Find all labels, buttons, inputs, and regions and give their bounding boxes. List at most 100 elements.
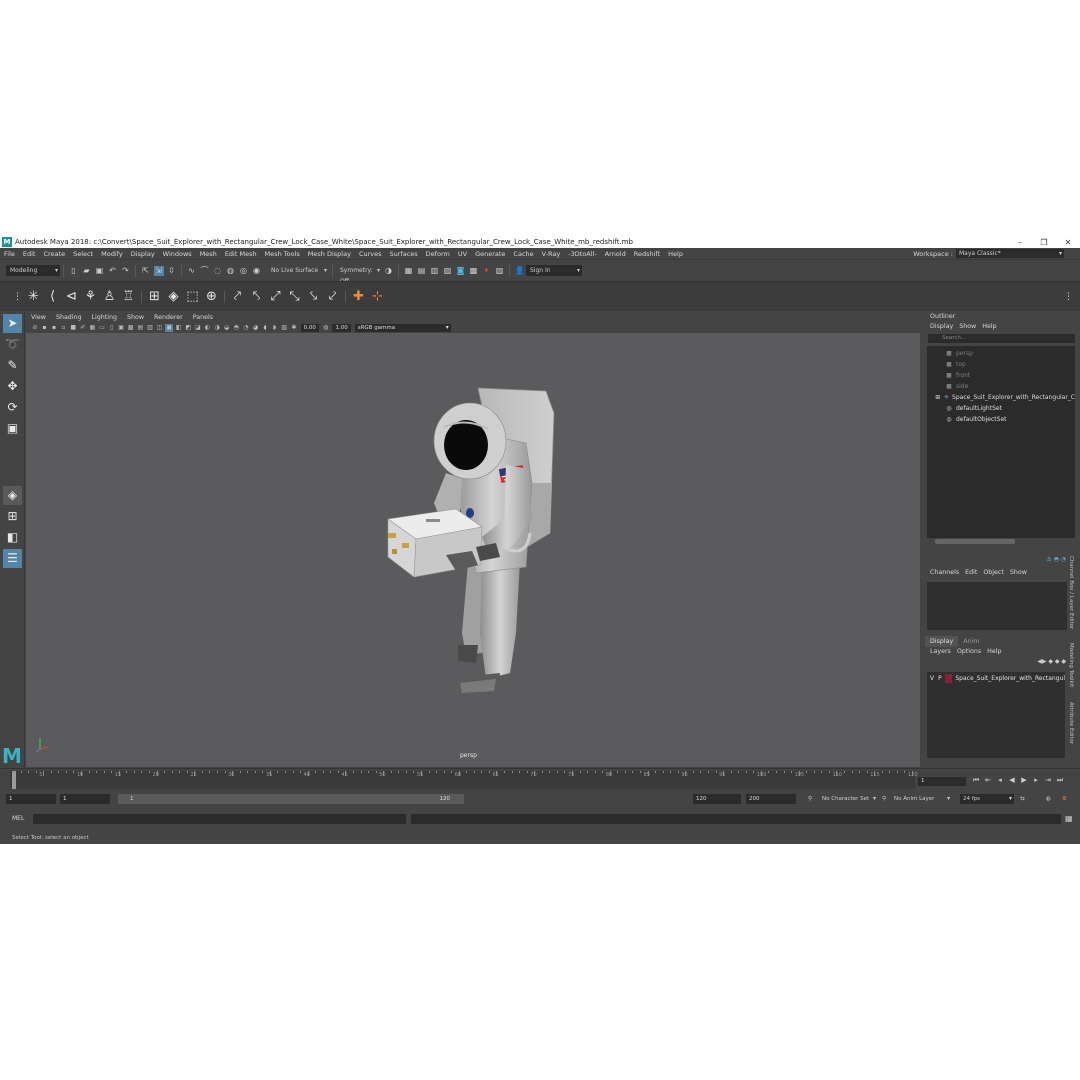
layer-visibility-toggle[interactable]: V [930, 675, 934, 682]
menu-edit-mesh[interactable]: Edit Mesh [221, 250, 261, 258]
menu-mesh[interactable]: Mesh [196, 250, 221, 258]
ambient-occlusion-icon[interactable]: ◑ [213, 324, 221, 332]
image-plane-icon[interactable]: ▫ [60, 324, 68, 332]
perspective-viewport[interactable]: persp [26, 333, 920, 767]
textured-icon[interactable]: ◩ [184, 324, 192, 332]
hypershade-icon[interactable]: ◙ [456, 266, 466, 276]
side-tab-channel-box[interactable]: Channel Box / Layer Editor [1068, 556, 1074, 629]
render-view-icon[interactable]: ▦ [404, 266, 414, 276]
range-bar[interactable]: 1 120 [118, 794, 464, 804]
channels-menu-channels[interactable]: Channels [927, 568, 962, 578]
workspace-dropdown[interactable]: Maya Classic* [956, 249, 1064, 258]
script-editor-icon[interactable]: ▦ [1065, 814, 1073, 823]
viewport-menu-shading[interactable]: Shading [51, 314, 87, 321]
animation-end-field[interactable]: 200 [746, 794, 796, 804]
outliner-menu-help[interactable]: Help [979, 322, 999, 332]
outliner-item-default-light-set[interactable]: ◎ defaultLightSet [927, 403, 1075, 414]
layer-menu-layers[interactable]: Layers [927, 647, 954, 657]
move-tool-icon[interactable]: ✥ [3, 377, 22, 396]
snap-curve-icon[interactable]: ⌒ [200, 266, 210, 276]
menu-mesh-tools[interactable]: Mesh Tools [261, 250, 304, 258]
snap-view-plane-icon[interactable]: ◍ [226, 266, 236, 276]
paint-select-tool-icon[interactable]: ✎ [3, 356, 22, 375]
snap-grid-icon[interactable]: ∿ [187, 266, 197, 276]
shelf-humanik-icon[interactable]: ♙ [102, 289, 118, 305]
shelf-joint-icon[interactable]: ⟨ [45, 289, 61, 305]
close-button[interactable]: ✕ [1056, 238, 1080, 247]
viewport-menu-show[interactable]: Show [122, 314, 149, 321]
menu-mesh-display[interactable]: Mesh Display [304, 250, 355, 258]
single-perspective-layout-icon[interactable]: ◈ [3, 486, 22, 505]
viewport-menu-lighting[interactable]: Lighting [87, 314, 122, 321]
viewport-menu-panels[interactable]: Panels [188, 314, 218, 321]
menu-generate[interactable]: Generate [471, 250, 509, 258]
bookmark-icon[interactable]: ▪ [50, 324, 58, 332]
menu-modify[interactable]: Modify [97, 250, 127, 258]
color-space-dropdown[interactable]: sRGB gamma [354, 323, 451, 332]
shelf-lattice-icon[interactable]: ⊞ [147, 289, 163, 305]
layer-action-icons[interactable]: ◀▶ ◆ ◆ ◆ [1037, 658, 1066, 665]
field-chart-icon[interactable]: ▩ [127, 324, 135, 332]
camera-2d-pan-icon[interactable]: ■ [69, 324, 77, 332]
loop-icon[interactable]: ⇆ [1020, 794, 1025, 804]
save-scene-icon[interactable]: ▣ [95, 266, 105, 276]
play-forwards-icon[interactable]: ▶ [1018, 776, 1030, 785]
select-object-icon[interactable]: ⇲ [153, 265, 164, 276]
sign-in-dropdown[interactable]: Sign In [526, 265, 582, 276]
xray-icon[interactable]: ◖ [261, 324, 269, 332]
scale-tool-icon[interactable]: ▣ [3, 419, 22, 438]
shelf-menu-icon[interactable]: ⋮ [1061, 289, 1077, 305]
outliner-item-default-object-set[interactable]: ◎ defaultObjectSet [927, 414, 1075, 425]
menu-curves[interactable]: Curves [355, 250, 386, 258]
xray-components-icon[interactable]: ▨ [280, 324, 288, 332]
playback-end-field[interactable]: 120 [693, 794, 741, 804]
anti-aliasing-icon[interactable]: ◓ [232, 324, 240, 332]
redshift-icon[interactable]: ✦ [482, 266, 492, 276]
motion-blur-icon[interactable]: ◒ [223, 324, 231, 332]
minimize-button[interactable]: – [1008, 238, 1032, 247]
lights-icon[interactable]: ◪ [194, 324, 202, 332]
shelf-cube-icon[interactable]: ⬚ [185, 289, 201, 305]
menu-display[interactable]: Display [127, 250, 159, 258]
two-view-layout-icon[interactable]: ◧ [3, 528, 22, 547]
safe-action-icon[interactable]: ▤ [136, 324, 144, 332]
render-settings-icon[interactable]: ▧ [443, 266, 453, 276]
symmetry-dropdown[interactable]: Symmetry: Off [336, 265, 382, 285]
safe-title-icon[interactable]: ▥ [146, 324, 154, 332]
open-scene-icon[interactable]: ▰ [82, 266, 92, 276]
outliner-item-side[interactable]: ■ side [927, 381, 1075, 392]
command-input[interactable] [33, 814, 406, 824]
shelf-wire-icon[interactable]: ⤢ [268, 289, 284, 305]
outliner-menu-show[interactable]: Show [956, 322, 979, 332]
menu-select[interactable]: Select [69, 250, 97, 258]
grease-pencil-icon[interactable]: ✐ [79, 324, 87, 332]
shelf-constraint-icon[interactable]: ⊹ [370, 289, 386, 305]
shelf-cluster-icon[interactable]: ✳ [26, 289, 42, 305]
viewport-menu-view[interactable]: View [26, 314, 51, 321]
expand-icon[interactable]: ⊞ [935, 394, 941, 402]
grid-icon[interactable]: ▦ [88, 324, 96, 332]
outliner-layout-icon[interactable]: ☰ [3, 549, 22, 568]
new-scene-icon[interactable]: ▯ [69, 266, 79, 276]
go-to-end-icon[interactable]: ⏭ [1054, 776, 1066, 785]
maximize-button[interactable]: ❐ [1032, 238, 1056, 247]
shelf-deformer-icon[interactable]: ⤦ [325, 289, 341, 305]
step-back-key-icon[interactable]: ⇤ [982, 776, 994, 785]
depth-of-field-icon[interactable]: ◔ [242, 324, 250, 332]
current-frame-field[interactable]: 1 [918, 777, 966, 786]
outliner-search-input[interactable]: Search... [928, 334, 1075, 343]
anim-prefs-icon[interactable]: ⚙ [1062, 794, 1067, 804]
layer-menu-help[interactable]: Help [984, 647, 1004, 657]
channels-menu-object[interactable]: Object [980, 568, 1007, 578]
outliner-item-persp[interactable]: ■ persp [927, 348, 1075, 359]
shelf-sphere-icon[interactable]: ⊕ [204, 289, 220, 305]
shelf-skeleton-icon[interactable]: ♖ [121, 289, 137, 305]
step-forward-key-icon[interactable]: ⇥ [1042, 776, 1054, 785]
menu-help[interactable]: Help [664, 250, 687, 258]
redo-icon[interactable]: ↷ [121, 266, 131, 276]
shelf-bind-skin-icon[interactable]: ⚘ [83, 289, 99, 305]
outliner-item-space-suit-group[interactable]: ⊞ ✳ Space_Suit_Explorer_with_Rectangular… [927, 392, 1075, 403]
menu-deform[interactable]: Deform [422, 250, 454, 258]
arnold-render-icon[interactable]: ▩ [469, 266, 479, 276]
lasso-tool-icon[interactable]: ➰ [3, 335, 22, 354]
